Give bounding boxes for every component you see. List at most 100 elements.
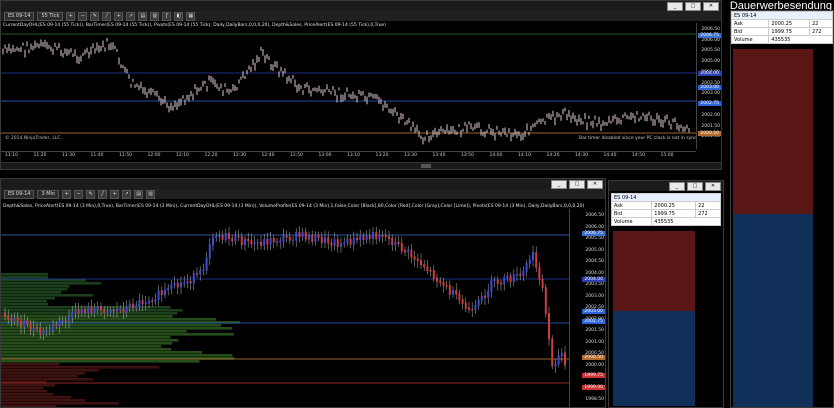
ladder-row[interactable] [613, 401, 695, 406]
arrow-icon[interactable]: ↗ [122, 189, 132, 199]
candle-body [260, 241, 262, 246]
ladder-row[interactable] [733, 404, 813, 407]
candle-body [560, 352, 563, 357]
candle-body [212, 236, 214, 246]
tick-bars [2, 37, 690, 145]
candle-body [164, 289, 166, 296]
draw-tool-icon[interactable]: ╱ [102, 11, 112, 21]
chart-style-icon[interactable]: ▥ [146, 189, 156, 199]
pencil-icon[interactable]: ✎ [90, 11, 100, 21]
price-axis-label: 2005.50 [585, 236, 604, 242]
zoom-out-icon[interactable]: − [78, 11, 88, 21]
volume-profile-bar [1, 276, 48, 279]
candle-body [490, 280, 493, 292]
maximize-icon[interactable]: □ [569, 180, 585, 189]
bottom-price-axis[interactable]: 2006.50 2006.00 2005.50 2005.00 2004.50 2004.… [569, 209, 605, 407]
data-box-icon[interactable]: ▦ [186, 11, 196, 21]
top-price-axis[interactable]: 2006.50 2006.00 2005.50 2005.00 2004.00 2003.… [696, 23, 721, 149]
candle-body [36, 327, 38, 329]
top-time-axis[interactable]: 11:10 11:20 11:30 11:40 11:50 12:00 12:10 12:20… [1, 151, 696, 162]
candle-body [455, 290, 458, 295]
dom-bottom-titlebar[interactable]: _ □ ✕ [609, 181, 723, 191]
dom-ladder-top[interactable] [733, 49, 813, 407]
volume-profile-bar [1, 402, 119, 405]
timeframe-select[interactable]: 3 Min [37, 189, 60, 199]
time-axis-label: 12:00 [147, 153, 161, 158]
candle-body [122, 308, 125, 313]
candle-body [308, 235, 310, 240]
instrument-select[interactable]: ES 09-14 [4, 189, 35, 199]
volume-profile-bar [1, 291, 62, 294]
time-axis-label: 13:00 [318, 153, 332, 158]
candle-body [68, 316, 70, 322]
candle-body [471, 308, 474, 311]
candle-body [365, 235, 368, 240]
candle-body [448, 285, 451, 295]
candle-body [109, 309, 112, 313]
candle-body [512, 274, 515, 283]
volume-value: 435535 [768, 35, 833, 44]
top-chart-scrollbar[interactable] [1, 162, 721, 169]
price-axis-label: 2000.00 [585, 362, 604, 368]
volume-profile-bar [1, 372, 85, 375]
crosshair-icon[interactable]: + [110, 189, 120, 199]
minimize-icon[interactable]: _ [667, 2, 683, 11]
candle-body [208, 244, 211, 259]
minimize-icon[interactable]: _ [669, 182, 685, 191]
candle-body [391, 237, 394, 246]
properties-icon[interactable]: ▤ [134, 189, 144, 199]
crosshair-icon[interactable]: + [114, 11, 124, 21]
candle-body [189, 281, 192, 284]
arrow-icon[interactable]: ↗ [126, 11, 136, 21]
bottom-chart-toolbar: ES 09-14 3 Min + − ✎ ╱ + ↗ ▤ ▥ [1, 189, 605, 199]
zoom-out-icon[interactable]: − [74, 189, 84, 199]
volume-profile-bar [1, 369, 100, 372]
candle-body [461, 299, 464, 304]
chart-style-icon[interactable]: ▥ [150, 11, 160, 21]
indicator-icon[interactable]: ƒ [162, 11, 172, 21]
candle-body [39, 327, 42, 335]
maximize-icon[interactable]: □ [687, 182, 703, 191]
volume-profile-bar [1, 294, 93, 297]
bottom-chart-titlebar[interactable]: _ □ ✕ [1, 179, 605, 189]
candle-body [564, 352, 566, 366]
strategy-icon[interactable]: ◧ [174, 11, 184, 21]
close-icon[interactable]: ✕ [705, 182, 721, 191]
candle-body [237, 236, 240, 238]
close-icon[interactable]: ✕ [587, 180, 603, 189]
volume-profile-bar [1, 390, 48, 393]
bottom-price-plot[interactable] [1, 213, 569, 408]
bid-size: 272 [808, 27, 833, 36]
volume-profile-bar [1, 345, 162, 348]
volume-profile-bar [1, 288, 68, 291]
candle-body [84, 309, 86, 313]
zoom-in-icon[interactable]: + [66, 11, 76, 21]
zoom-in-icon[interactable]: + [62, 189, 72, 199]
price-marker-tag: 1999.75 [582, 373, 605, 378]
price-axis-label: 2006.00 [585, 224, 604, 230]
candle-body [484, 295, 486, 298]
candle-body [183, 282, 186, 284]
minimize-icon[interactable]: _ [551, 180, 567, 189]
candle-body [96, 306, 99, 310]
candle-body [116, 308, 118, 312]
timeframe-select[interactable]: 55 Tick [37, 11, 64, 21]
dom-ladder-bottom[interactable] [613, 231, 695, 407]
top-chart-titlebar[interactable]: _ □ ✕ [1, 1, 721, 11]
top-price-plot[interactable] [1, 31, 696, 146]
properties-icon[interactable]: ▤ [138, 11, 148, 21]
candle-body [240, 236, 243, 245]
pencil-icon[interactable]: ✎ [86, 189, 96, 199]
candle-body [10, 318, 13, 322]
candle-body [557, 355, 560, 365]
candle-body [548, 312, 550, 340]
scroll-thumb[interactable] [421, 164, 431, 168]
candle-body [368, 235, 371, 239]
instrument-select[interactable]: ES 09-14 [4, 11, 35, 21]
volume-profile-bar [1, 354, 233, 357]
volume-profile-bar [1, 273, 49, 276]
close-icon[interactable]: ✕ [703, 2, 719, 11]
draw-tool-icon[interactable]: ╱ [98, 189, 108, 199]
ladder-cell [613, 401, 640, 406]
maximize-icon[interactable]: □ [685, 2, 701, 11]
